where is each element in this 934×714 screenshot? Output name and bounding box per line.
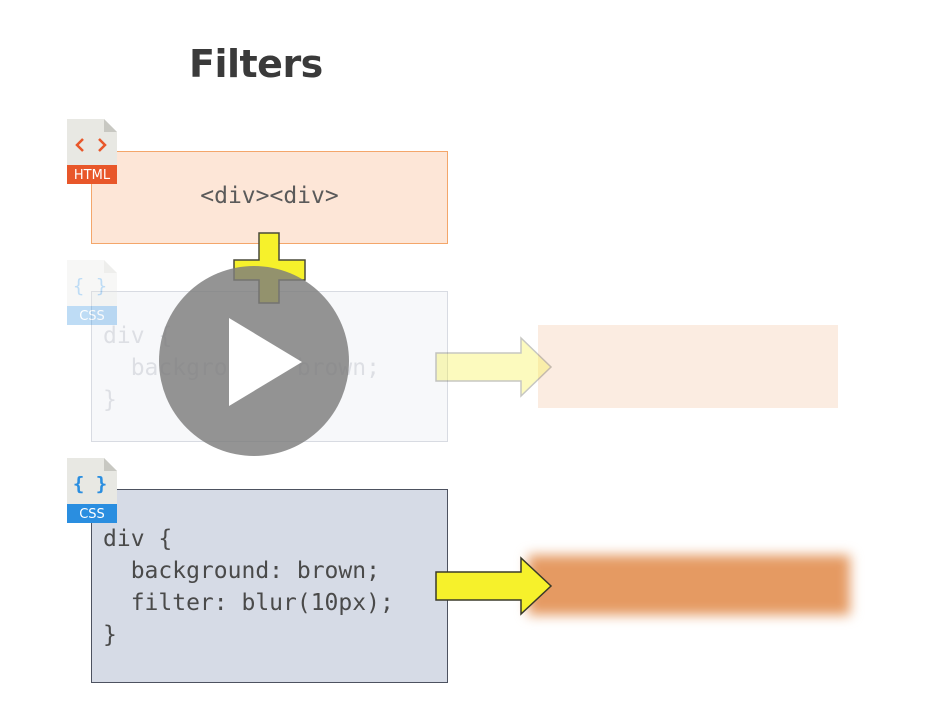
overlay-graphics	[233, 232, 553, 616]
play-button[interactable]	[159, 266, 349, 456]
arrow-right-icon-faded	[435, 336, 553, 398]
arrow-right-icon	[435, 556, 553, 616]
